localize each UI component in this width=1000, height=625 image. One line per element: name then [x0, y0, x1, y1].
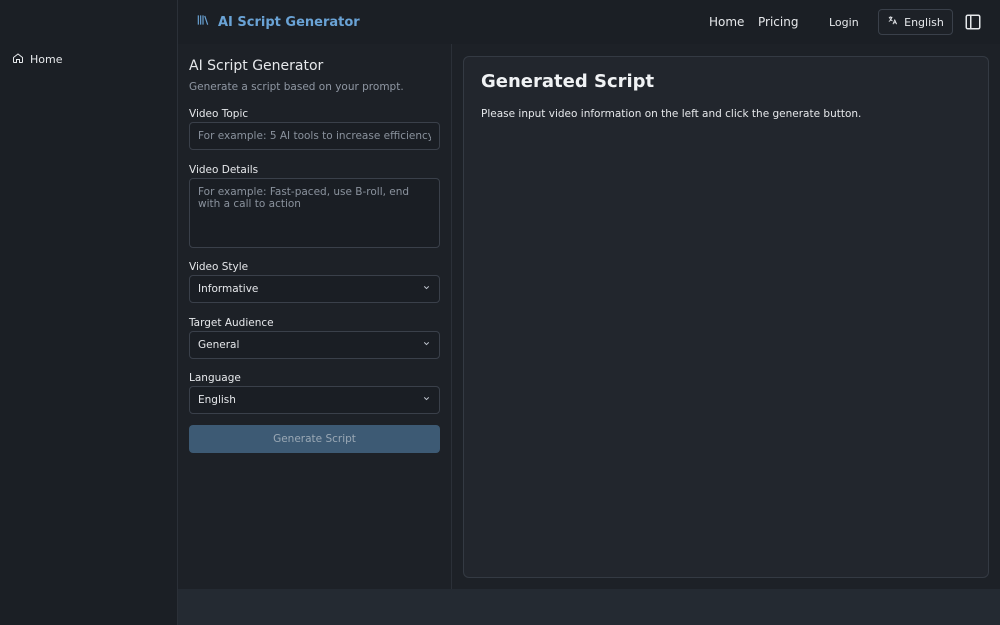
style-value: Informative — [198, 283, 259, 295]
brand-name: AI Script Generator — [218, 14, 360, 30]
topic-label: Video Topic — [189, 108, 249, 120]
nav-pricing[interactable]: Pricing — [758, 15, 798, 29]
home-icon — [12, 52, 24, 67]
result-title: Generated Script — [481, 71, 655, 92]
script-form: AI Script Generator Generate a script ba… — [178, 44, 452, 589]
generated-script-panel: Generated Script Please input video info… — [463, 56, 989, 578]
audience-value: General — [198, 339, 240, 351]
form-title: AI Script Generator — [189, 58, 324, 74]
brand-logo[interactable]: AI Script Generator — [196, 13, 360, 31]
language-label: English — [904, 15, 944, 29]
login-button[interactable]: Login — [829, 16, 859, 29]
top-bar: AI Script Generator Home Pricing Login E… — [178, 0, 1000, 44]
audience-select[interactable]: General — [189, 331, 440, 359]
style-label: Video Style — [189, 261, 249, 273]
sidebar-toggle-icon[interactable] — [964, 13, 982, 31]
sidebar-item-home[interactable]: Home — [12, 50, 62, 68]
language-value: English — [198, 394, 236, 406]
nav-home[interactable]: Home — [709, 15, 744, 29]
chevron-down-icon — [422, 339, 431, 351]
generate-script-button[interactable]: Generate Script — [189, 425, 440, 453]
result-message: Please input video information on the le… — [481, 108, 862, 120]
language-field-label: Language — [189, 372, 241, 384]
language-button[interactable]: English — [878, 9, 953, 35]
form-subtitle: Generate a script based on your prompt. — [189, 81, 404, 93]
footer — [178, 589, 1000, 625]
translate-icon — [887, 15, 898, 29]
style-select[interactable]: Informative — [189, 275, 440, 303]
language-select[interactable]: English — [189, 386, 440, 414]
details-input[interactable] — [189, 178, 440, 248]
chevron-down-icon — [422, 283, 431, 295]
sidebar-item-label: Home — [30, 52, 63, 66]
topic-input[interactable] — [189, 122, 440, 150]
details-label: Video Details — [189, 164, 259, 176]
library-icon — [196, 13, 210, 31]
sidebar: Home — [0, 0, 178, 625]
chevron-down-icon — [422, 394, 431, 406]
audience-label: Target Audience — [189, 317, 274, 329]
